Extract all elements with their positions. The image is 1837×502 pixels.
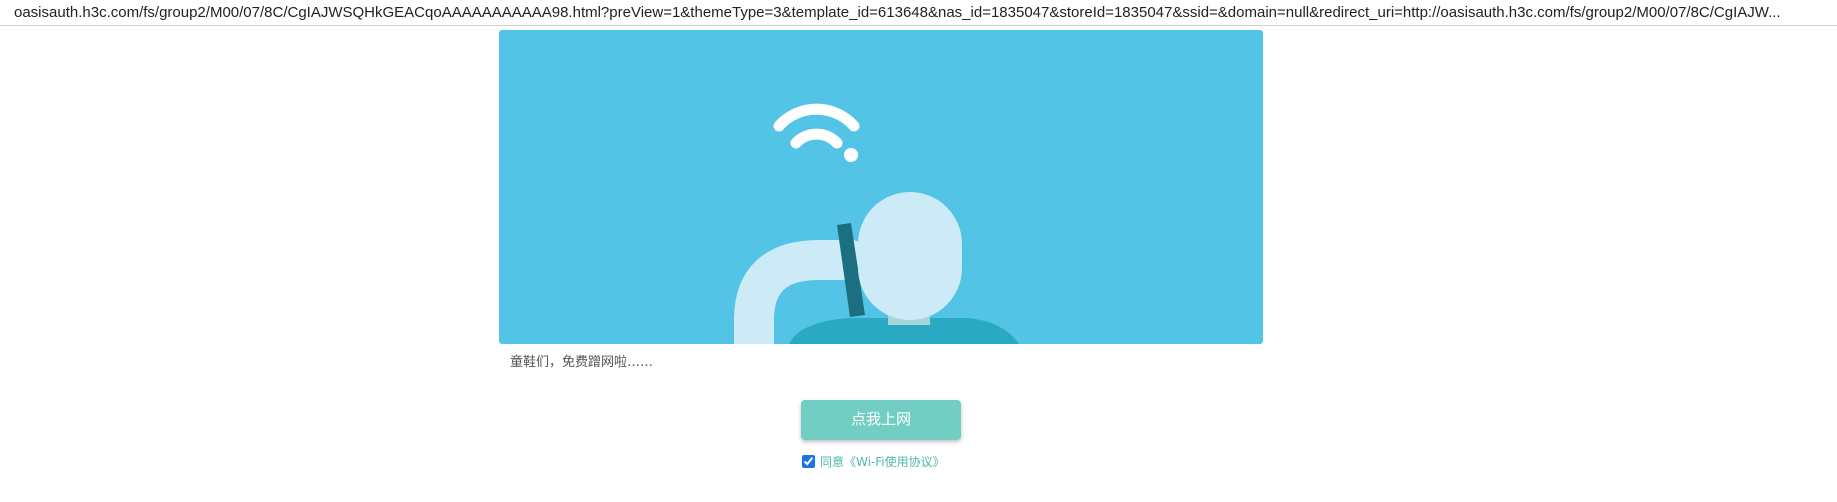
connect-internet-button[interactable]: 点我上网 [801, 400, 961, 440]
person-illustration [734, 192, 1019, 344]
agreement-link[interactable]: 同意《Wi-Fi使用协议》 [820, 453, 945, 470]
url-text[interactable]: oasisauth.h3c.com/fs/group2/M00/07/8C/Cg… [14, 4, 1824, 21]
banner-caption: 童鞋们，免费蹭网啦…… [510, 355, 654, 370]
agreement-row[interactable]: 同意《Wi-Fi使用协议》 [802, 452, 945, 470]
hero-banner [499, 30, 1263, 344]
address-bar[interactable]: oasisauth.h3c.com/fs/group2/M00/07/8C/Cg… [0, 0, 1837, 26]
hero-illustration [734, 103, 1019, 344]
agreement-checkbox[interactable] [802, 454, 815, 468]
wifi-icon [773, 103, 860, 162]
